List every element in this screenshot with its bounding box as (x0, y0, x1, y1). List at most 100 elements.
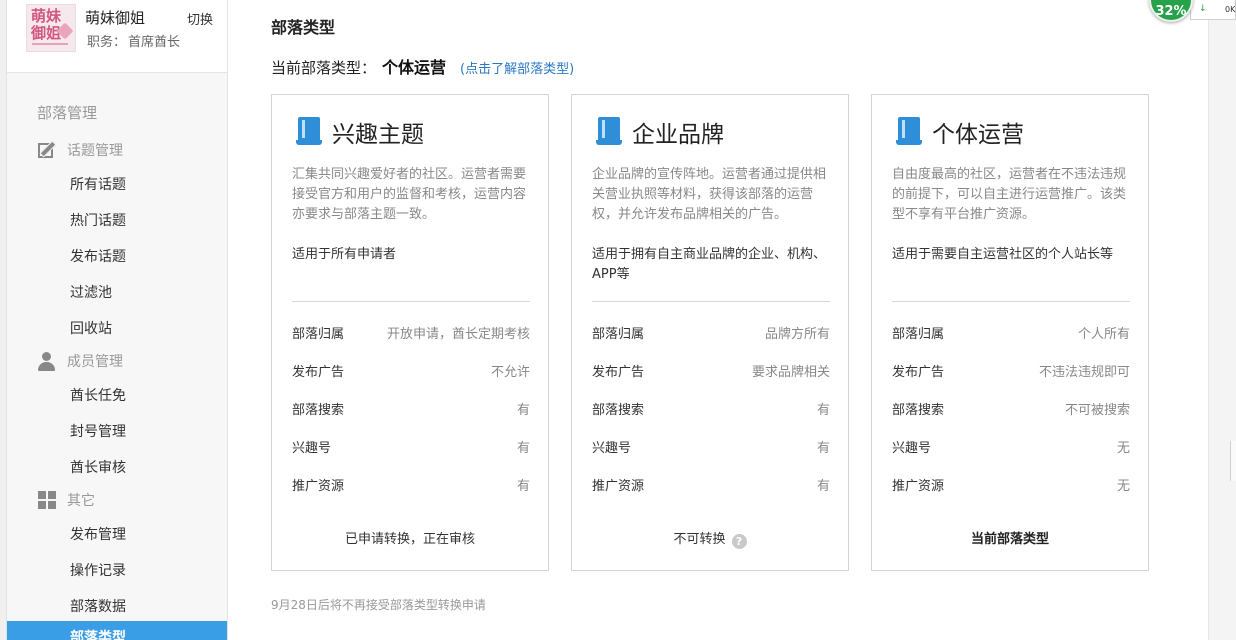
row-key: 兴趣号 (592, 441, 632, 456)
type-card-brand: 企业品牌 企业品牌的宣传阵地。运营者通过提供相关营业执照等材料，获得该部落的运营… (571, 94, 849, 571)
row-value: 无 (1116, 441, 1130, 456)
sidebar-group-members[interactable]: 成员管理 (37, 351, 123, 371)
row-value: 品牌方所有 (764, 327, 830, 342)
card-divider (592, 301, 830, 302)
sidebar-group-other[interactable]: 其它 (37, 490, 95, 510)
person-icon (37, 351, 57, 371)
edit-icon (37, 140, 57, 160)
row-value: 开放申请，酋长定期考核 (386, 327, 530, 342)
network-speed-panel[interactable]: ↓ 0K (1190, 0, 1236, 20)
sidebar-item-publish-management[interactable]: 发布管理 (70, 524, 126, 544)
sidebar-item-ban-management[interactable]: 封号管理 (70, 421, 126, 441)
card-title: 兴趣主题 (332, 122, 424, 148)
sidebar-item-operation-log[interactable]: 操作记录 (70, 560, 126, 580)
help-icon[interactable]: ? (731, 534, 747, 549)
row-value: 要求品牌相关 (751, 365, 830, 380)
row-key: 部落搜索 (892, 403, 945, 418)
card-row: 推广资源 有 (592, 475, 830, 494)
card-description: 自由度最高的社区，运营者在不违法违规的前提下，可以自主进行运营推广。该类型不享有… (892, 167, 1127, 222)
sidebar-group-topics[interactable]: 话题管理 (37, 140, 123, 160)
sidebar-item-chief-review[interactable]: 酋长审核 (70, 457, 126, 477)
scrollbar-marker[interactable] (1230, 441, 1236, 481)
card-header: 企业品牌 (596, 115, 724, 149)
sidebar-item-tribe-data[interactable]: 部落数据 (70, 596, 126, 616)
sidebar-group-label: 其它 (67, 493, 95, 509)
right-scroll-area[interactable] (1208, 0, 1236, 640)
card-status: 已申请转换，正在审核 (344, 532, 475, 547)
card-row: 发布广告 不允许 (292, 361, 530, 380)
row-key: 部落搜索 (292, 403, 345, 418)
role-label: 职务： (87, 35, 127, 50)
sidebar-item-filter-pool[interactable]: 过滤池 (70, 282, 112, 302)
row-value: 不违法违规即可 (1038, 365, 1130, 380)
switch-link[interactable]: 切换 (187, 9, 213, 28)
row-key: 部落归属 (292, 327, 345, 342)
network-speed-value: 0K (1225, 5, 1236, 14)
book-icon (896, 117, 922, 147)
card-row: 兴趣号 有 (292, 437, 530, 456)
type-card-individual: 个体运营 自由度最高的社区，运营者在不违法违规的前提下，可以自主进行运营推广。该… (871, 94, 1149, 571)
card-description: 企业品牌的宣传阵地。运营者通过提供相关营业执照等材料，获得该部落的运营权，并允许… (592, 167, 827, 222)
card-divider (892, 301, 1130, 302)
sidebar-group-label: 成员管理 (67, 354, 123, 370)
card-row: 部落归属 个人所有 (892, 323, 1130, 342)
sidebar: 萌妹 御姐 萌妹御姐 切换 职务： 首席酋长 部落管理 话题管理 所有话题 热门话题… (7, 0, 228, 640)
sidebar-item-tribe-type[interactable]: 部落类型 (7, 621, 227, 640)
card-applicability: 适用于需要自主运营社区的个人站长等 (892, 247, 1114, 262)
sidebar-item-all-topics[interactable]: 所有话题 (70, 174, 126, 194)
card-title: 个体运营 (932, 122, 1024, 148)
row-value: 不允许 (490, 365, 530, 380)
download-arrow-icon: ↓ (1199, 4, 1207, 14)
avatar[interactable]: 萌妹 御姐 (26, 4, 76, 52)
card-description: 汇集共同兴趣爱好者的社区。运营者需要接受官方和用户的监督和考核，运营内容亦要求与… (292, 167, 527, 222)
card-row: 部落搜索 有 (592, 399, 830, 418)
conversion-notice: 9月28日后将不再接受部落类型转换申请 (271, 598, 486, 612)
left-edge-strip (0, 0, 7, 640)
card-title: 企业品牌 (632, 122, 724, 148)
card-status: 当前部落类型 (970, 532, 1049, 547)
sidebar-group-label: 话题管理 (67, 143, 123, 159)
current-type-line: 当前部落类型： 个体运营 (点击了解部落类型) (271, 54, 574, 78)
sidebar-item-post-topic[interactable]: 发布话题 (70, 246, 126, 266)
row-key: 推广资源 (892, 479, 945, 494)
row-key: 部落归属 (592, 327, 645, 342)
row-key: 兴趣号 (892, 441, 932, 456)
row-key: 推广资源 (292, 479, 345, 494)
type-card-interest: 兴趣主题 汇集共同兴趣爱好者的社区。运营者需要接受官方和用户的监督和考核，运营内… (271, 94, 549, 571)
card-status: 不可转换? (572, 528, 848, 549)
main-content: 部落类型 当前部落类型： 个体运营 (点击了解部落类型) 兴趣主题 汇集共同兴趣… (228, 0, 1208, 640)
sidebar-item-chief-appoint[interactable]: 酋长任免 (70, 385, 126, 405)
avatar-decoration (32, 43, 68, 45)
card-row: 部落归属 开放申请，酋长定期考核 (292, 323, 530, 342)
card-row: 部落搜索 不可被搜索 (892, 399, 1130, 418)
card-row: 部落搜索 有 (292, 399, 530, 418)
row-key: 发布广告 (892, 365, 945, 380)
current-type-value: 个体运营 (382, 58, 447, 77)
row-value: 有 (516, 403, 530, 418)
grid-icon (37, 490, 57, 510)
user-role: 职务： 首席酋长 (85, 31, 180, 50)
card-row: 推广资源 无 (892, 475, 1130, 494)
row-value: 有 (816, 441, 830, 456)
card-applicability: 适用于拥有自主商业品牌的企业、机构、APP等 (592, 247, 827, 282)
sidebar-item-recycle-bin[interactable]: 回收站 (70, 318, 112, 338)
sidebar-item-hot-topics[interactable]: 热门话题 (70, 210, 126, 230)
row-key: 发布广告 (592, 365, 645, 380)
row-key: 推广资源 (592, 479, 645, 494)
row-key: 兴趣号 (292, 441, 332, 456)
card-divider (292, 301, 530, 302)
learn-types-link[interactable]: (点击了解部落类型) (460, 58, 574, 77)
row-value: 有 (816, 479, 830, 494)
card-row: 部落归属 品牌方所有 (592, 323, 830, 342)
card-row: 发布广告 要求品牌相关 (592, 361, 830, 380)
row-value: 有 (516, 441, 530, 456)
avatar-logo-text: 萌妹 御姐 (31, 7, 62, 42)
book-icon (596, 117, 622, 147)
row-value: 个人所有 (1077, 327, 1130, 342)
row-key: 部落搜索 (592, 403, 645, 418)
current-type-label: 当前部落类型： (271, 59, 377, 77)
row-value: 有 (816, 403, 830, 418)
sidebar-item-label: 部落类型 (70, 630, 126, 640)
row-value: 有 (516, 479, 530, 494)
row-value: 不可被搜索 (1064, 403, 1130, 418)
